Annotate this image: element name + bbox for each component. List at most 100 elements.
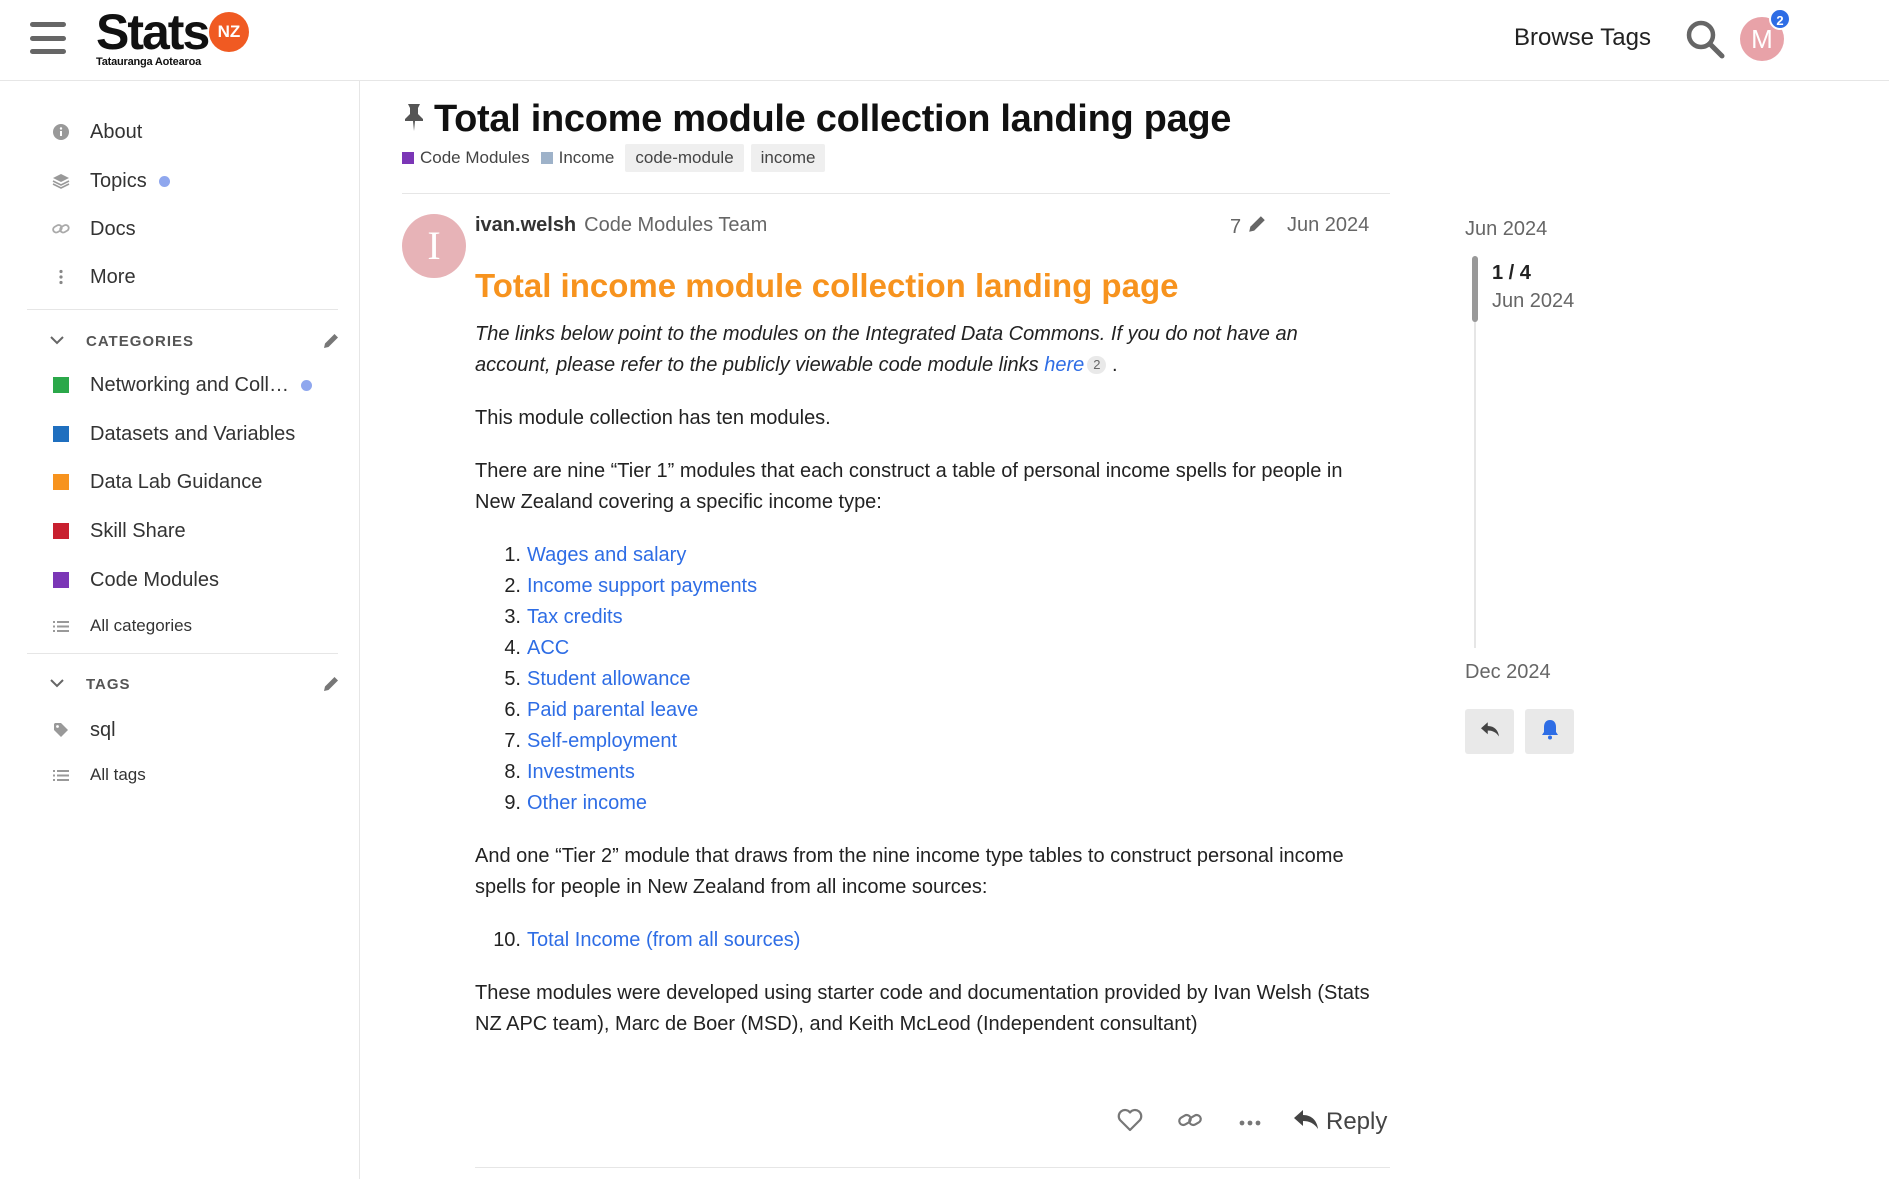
sidebar-all-tags[interactable]: All tags: [50, 760, 146, 790]
category-color-swatch: [50, 423, 72, 445]
timeline-scroll-handle[interactable]: [1472, 256, 1478, 322]
module-link[interactable]: Self-employment: [527, 726, 677, 757]
category-color-swatch: [50, 520, 72, 542]
layers-icon: [50, 170, 72, 192]
more-actions-button[interactable]: [1220, 1104, 1280, 1140]
browse-tags-link[interactable]: Browse Tags: [1514, 24, 1651, 52]
list-item: 8. Investments: [475, 757, 1375, 788]
reply-label: Reply: [1326, 1108, 1388, 1135]
module-link[interactable]: Total Income (from all sources): [527, 925, 800, 956]
sidebar-item-label: More: [90, 265, 136, 288]
sidebar-item-label: Docs: [90, 217, 136, 240]
tier2-module-list: 10. Total Income (from all sources): [475, 925, 1375, 956]
reply-button[interactable]: Reply: [1292, 1107, 1387, 1138]
sidebar-item-label: Networking and Coll…: [90, 373, 289, 396]
sidebar-item-about[interactable]: About: [50, 117, 142, 147]
list-item: 5. Student allowance: [475, 664, 1375, 695]
logo-wordmark: Stats: [96, 4, 210, 60]
module-link[interactable]: Other income: [527, 788, 647, 819]
topic-tag-code-module[interactable]: code-module: [625, 144, 744, 172]
post-paragraph: This module collection has ten modules.: [475, 407, 831, 429]
tags-section-header[interactable]: TAGS: [50, 671, 340, 697]
sidebar-divider: [27, 309, 338, 310]
list-item: 1. Wages and salary: [475, 540, 1375, 571]
copy-link-button[interactable]: [1160, 1104, 1220, 1140]
list-item: 3. Tax credits: [475, 602, 1375, 633]
list-item: 7. Self-employment: [475, 726, 1375, 757]
list-number: 7.: [504, 730, 521, 752]
pin-icon: [402, 102, 426, 137]
list-icon: [50, 615, 72, 637]
edit-count: 7: [1230, 215, 1242, 238]
timeline-start-date[interactable]: Jun 2024: [1465, 218, 1547, 241]
timeline-reply-button[interactable]: [1465, 709, 1514, 754]
sidebar-tag-sql[interactable]: sql: [50, 715, 116, 745]
list-number: 6.: [504, 699, 521, 721]
topic-title[interactable]: Total income module collection landing p…: [434, 98, 1231, 141]
hamburger-menu-button[interactable]: [30, 22, 66, 54]
sidebar-item-label: Datasets and Variables: [90, 422, 296, 445]
post-edit-history[interactable]: 7: [1230, 214, 1267, 240]
category-label: Income: [558, 148, 615, 167]
notification-badge[interactable]: 2: [1769, 8, 1791, 30]
post-author-meta: ivan.welsh Code Modules Team: [475, 214, 767, 237]
unread-dot: [158, 175, 170, 187]
post-author-avatar[interactable]: I: [402, 214, 466, 278]
sidebar-category-data-lab-guidance[interactable]: Data Lab Guidance: [50, 467, 262, 497]
module-link[interactable]: Tax credits: [527, 602, 623, 633]
sidebar-item-label: All tags: [90, 765, 146, 784]
module-link[interactable]: ACC: [527, 633, 569, 664]
sidebar-item-label: sql: [90, 718, 116, 741]
pencil-icon[interactable]: [322, 332, 340, 350]
sidebar-category-networking[interactable]: Networking and Coll…: [50, 370, 312, 400]
category-label: Code Modules: [420, 148, 530, 167]
sidebar-all-categories[interactable]: All categories: [50, 611, 192, 641]
timeline-end-date[interactable]: Dec 2024: [1465, 661, 1551, 684]
topic-category-code-modules[interactable]: Code Modules: [402, 148, 530, 168]
sidebar-item-topics[interactable]: Topics: [50, 166, 170, 196]
categories-title: CATEGORIES: [86, 332, 195, 350]
sidebar-item-label: All categories: [90, 616, 193, 635]
post-user-title: Code Modules Team: [584, 214, 768, 236]
module-link[interactable]: Paid parental leave: [527, 695, 698, 726]
sidebar-category-code-modules[interactable]: Code Modules: [50, 565, 219, 595]
sidebar-item-more[interactable]: More: [50, 262, 136, 292]
module-link[interactable]: Student allowance: [527, 664, 690, 695]
module-link[interactable]: Wages and salary: [527, 540, 686, 571]
topic-category-income[interactable]: Income: [540, 148, 615, 168]
sidebar-item-label: About: [90, 120, 143, 143]
reply-icon: [1479, 720, 1501, 743]
module-link[interactable]: Investments: [527, 757, 635, 788]
site-header: Stats NZ Tatauranga Aotearoa Browse Tags…: [0, 0, 1889, 81]
bell-icon: [1540, 718, 1560, 745]
categories-section-header[interactable]: CATEGORIES: [50, 328, 340, 354]
tag-icon: [50, 719, 72, 741]
post-intro: The links below point to the modules on …: [475, 319, 1375, 381]
post-date[interactable]: Jun 2024: [1287, 214, 1369, 237]
topic-tag-income[interactable]: income: [750, 144, 826, 172]
like-button[interactable]: [1100, 1104, 1160, 1140]
list-item: 4. ACC: [475, 633, 1375, 664]
module-link[interactable]: Income support payments: [527, 571, 757, 602]
list-item: 10. Total Income (from all sources): [475, 925, 1375, 956]
sidebar-item-label: Data Lab Guidance: [90, 470, 263, 493]
sidebar-category-skill-share[interactable]: Skill Share: [50, 516, 186, 546]
here-link[interactable]: here: [1044, 354, 1084, 376]
sidebar-category-datasets[interactable]: Datasets and Variables: [50, 419, 295, 449]
post-paragraph: These modules were developed using start…: [475, 982, 1370, 1035]
pencil-icon[interactable]: [322, 675, 340, 693]
search-icon[interactable]: [1684, 18, 1726, 60]
category-color-swatch: [50, 569, 72, 591]
sidebar: About Topics Docs More CATEGORIES Networ…: [0, 81, 360, 1179]
category-color-swatch: [50, 471, 72, 493]
post-username[interactable]: ivan.welsh: [475, 214, 576, 237]
intro-text: The links below point to the modules on …: [475, 323, 1298, 376]
site-logo[interactable]: Stats NZ Tatauranga Aotearoa: [96, 4, 249, 68]
list-number: 1.: [504, 544, 521, 566]
reply-icon: [1292, 1107, 1320, 1138]
link-icon: [50, 218, 72, 240]
title-divider: [402, 193, 1390, 194]
sidebar-item-label: Topics: [90, 169, 147, 192]
notification-bell-button[interactable]: [1525, 709, 1574, 754]
sidebar-item-docs[interactable]: Docs: [50, 214, 136, 244]
